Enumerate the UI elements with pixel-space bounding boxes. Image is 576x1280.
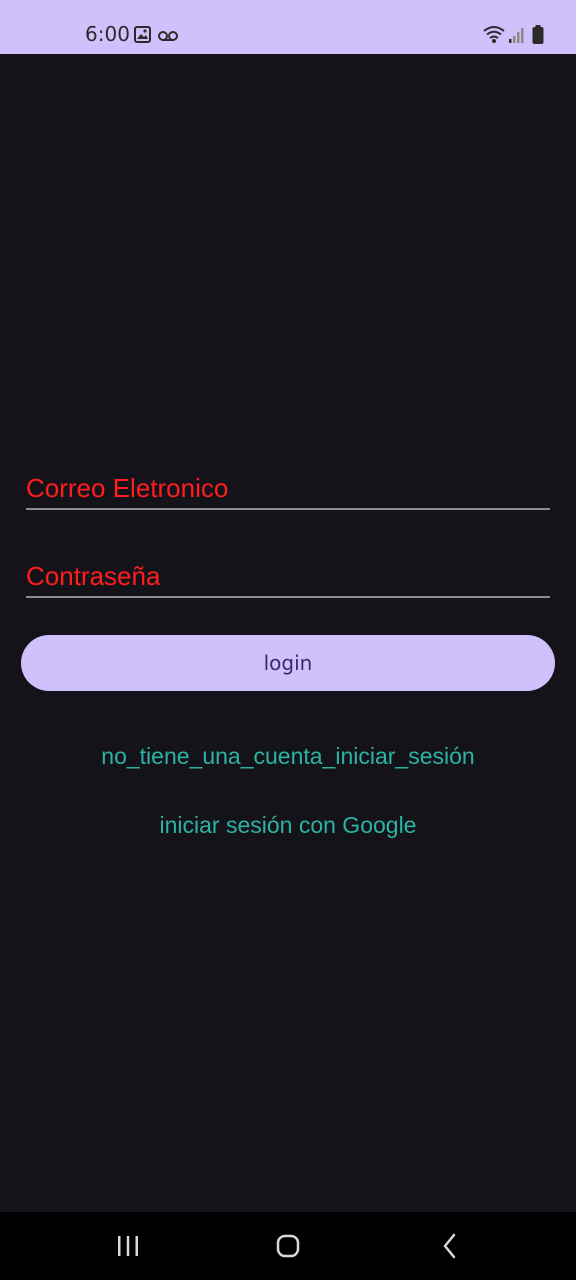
back-icon[interactable] bbox=[430, 1232, 470, 1260]
status-time: 6:00 bbox=[85, 22, 130, 46]
gallery-icon bbox=[134, 26, 151, 48]
password-input[interactable] bbox=[26, 556, 550, 596]
navigation-bar bbox=[0, 1212, 576, 1280]
google-signin-link[interactable]: iniciar sesión con Google bbox=[0, 812, 576, 839]
signup-link[interactable]: no_tiene_una_cuenta_iniciar_sesión bbox=[0, 743, 576, 770]
signal-icon bbox=[508, 26, 526, 49]
wifi-icon bbox=[482, 24, 506, 49]
home-icon[interactable] bbox=[268, 1232, 308, 1260]
battery-icon bbox=[532, 25, 544, 50]
password-field[interactable] bbox=[26, 556, 550, 598]
email-input[interactable] bbox=[26, 468, 550, 508]
recent-apps-icon[interactable] bbox=[108, 1232, 148, 1260]
status-bar: 6:00 bbox=[0, 0, 576, 54]
email-field[interactable] bbox=[26, 468, 550, 510]
voicemail-icon bbox=[158, 29, 178, 47]
login-button[interactable]: login bbox=[21, 635, 555, 691]
login-screen: 6:00 Correo Eletronico login no_tiene_un… bbox=[0, 0, 576, 1280]
